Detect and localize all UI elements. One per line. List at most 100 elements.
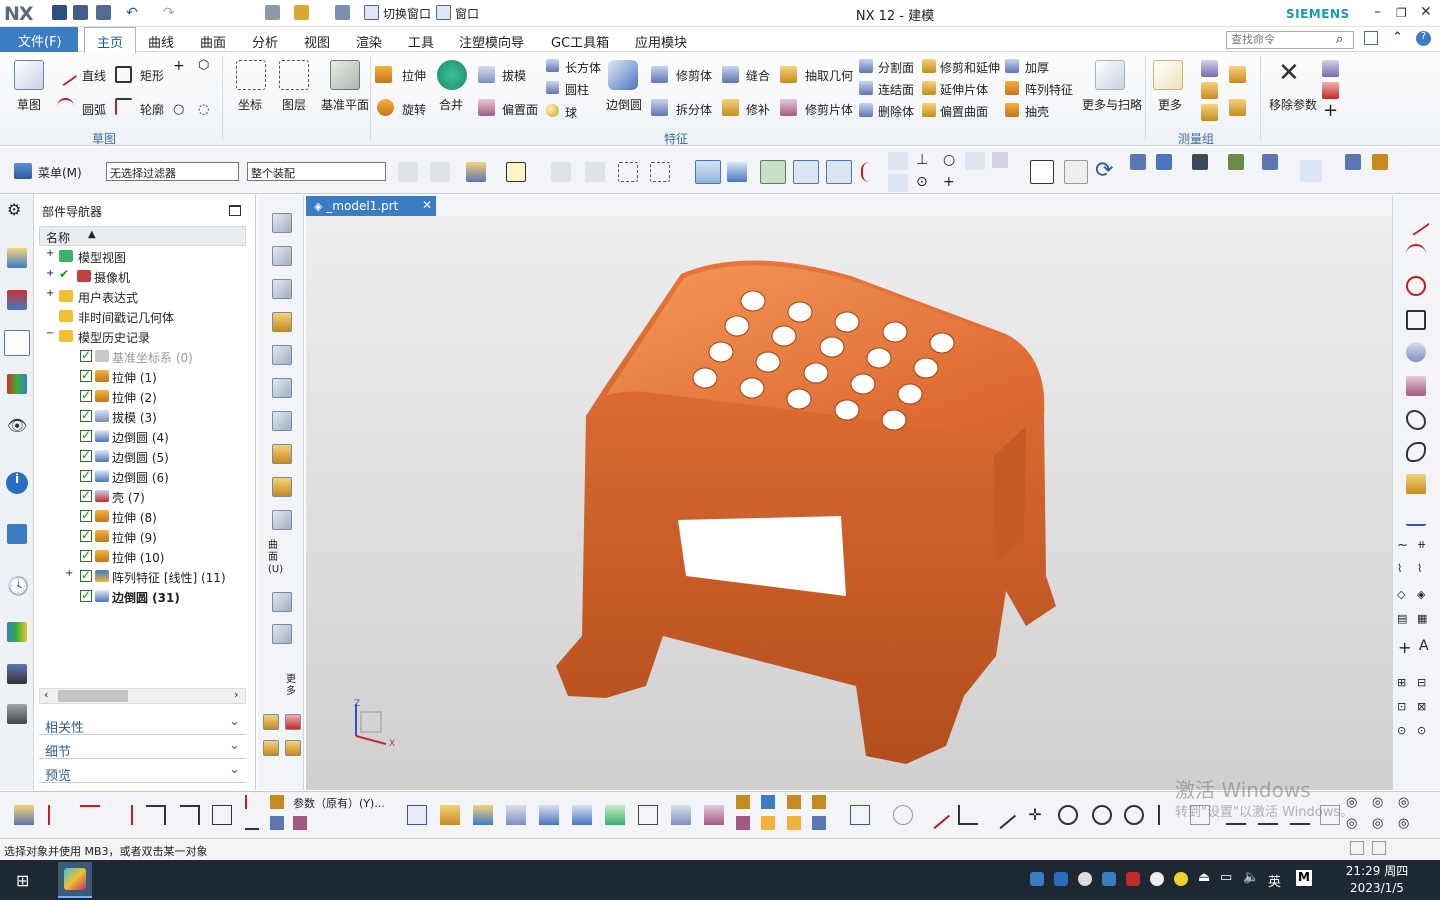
offset-surface-button[interactable]: 偏置曲面 bbox=[940, 103, 988, 120]
tab-tools[interactable]: 工具 bbox=[408, 32, 434, 51]
snap-intersect-icon[interactable]: + bbox=[943, 174, 955, 190]
circle-icon[interactable]: ○ bbox=[173, 102, 184, 117]
wave-curve-icon[interactable]: ∼ bbox=[1397, 538, 1408, 553]
delete-body-button[interactable]: 删除体 bbox=[878, 103, 914, 120]
tab-applications[interactable]: 应用模块 bbox=[635, 32, 687, 51]
small-tool-icon[interactable] bbox=[812, 816, 826, 830]
text-icon[interactable]: A bbox=[1419, 638, 1429, 654]
shell-icon[interactable] bbox=[1005, 103, 1019, 117]
edit-wcs-icon[interactable] bbox=[1345, 154, 1361, 170]
offset-face-button[interactable]: 偏置面 bbox=[502, 101, 538, 118]
circle-tool-icon[interactable]: ◎ bbox=[1372, 795, 1383, 810]
tree-row-history[interactable]: 边倒圆 (31) bbox=[39, 586, 246, 606]
helix-icon[interactable] bbox=[1406, 342, 1426, 362]
intersect-curve-icon[interactable]: ◈ bbox=[1417, 588, 1425, 601]
tab-surface[interactable]: 曲面 bbox=[200, 32, 226, 51]
edge-blend-icon[interactable] bbox=[608, 60, 638, 90]
expand-icon[interactable]: + bbox=[46, 288, 54, 299]
sketch-button[interactable]: 草图 bbox=[17, 96, 41, 113]
surface-tool-icon[interactable] bbox=[272, 246, 292, 266]
measure-angle-icon[interactable] bbox=[1201, 82, 1218, 99]
ime-language[interactable]: 英 bbox=[1268, 871, 1281, 890]
pattern-feature-icon[interactable] bbox=[1005, 81, 1019, 95]
visibility-icon[interactable] bbox=[1228, 154, 1244, 170]
constraint-navigator-icon[interactable] bbox=[7, 290, 27, 310]
composite-curve-icon[interactable]: ⊟ bbox=[1417, 676, 1426, 689]
extrude-button[interactable]: 拉伸 bbox=[402, 67, 426, 84]
expand-icon[interactable]: + bbox=[46, 248, 54, 259]
surface-tool-icon[interactable] bbox=[272, 312, 292, 332]
trim-extend-button[interactable]: 修剪和延伸 bbox=[940, 59, 1000, 76]
box-select-icon[interactable] bbox=[618, 162, 638, 182]
history-icon[interactable]: 🕓 bbox=[7, 576, 29, 597]
angle-icon[interactable] bbox=[958, 805, 978, 825]
measure-body-icon[interactable] bbox=[1201, 104, 1218, 121]
pattern-feature-button[interactable]: 阵列特征 bbox=[1025, 81, 1073, 98]
tree-row-history[interactable]: 基准坐标系 (0) bbox=[39, 346, 246, 366]
small-tool-icon[interactable] bbox=[761, 816, 775, 830]
render-style-icon[interactable] bbox=[1192, 154, 1208, 170]
divide-face-button[interactable]: 分割面 bbox=[878, 59, 914, 76]
split-body-icon[interactable] bbox=[651, 99, 668, 116]
visibility-checkbox[interactable] bbox=[80, 468, 92, 482]
block-icon[interactable] bbox=[546, 59, 559, 72]
maximize-panel-icon[interactable] bbox=[229, 205, 241, 216]
split-body-button[interactable]: 拆分体 bbox=[676, 101, 712, 118]
visibility-checkbox[interactable] bbox=[80, 568, 92, 582]
revolve-icon[interactable] bbox=[377, 99, 394, 116]
surface-curve-icon[interactable] bbox=[1406, 376, 1426, 396]
tray-icon[interactable] bbox=[1078, 872, 1092, 886]
extract-geometry-icon[interactable] bbox=[780, 66, 797, 83]
more-icon[interactable] bbox=[1153, 60, 1183, 90]
extend-curve-icon[interactable] bbox=[80, 805, 100, 825]
more-sweep-icon[interactable] bbox=[1095, 60, 1125, 90]
tab-gc-toolkit[interactable]: GC工具箱 bbox=[551, 32, 609, 51]
arc-icon[interactable] bbox=[1406, 244, 1426, 264]
tree-row-history[interactable]: 边倒圆 (4) bbox=[39, 426, 246, 446]
patch-icon[interactable] bbox=[722, 99, 739, 116]
extend-sheet-button[interactable]: 延伸片体 bbox=[940, 81, 988, 98]
tree-row-history[interactable]: 边倒圆 (5) bbox=[39, 446, 246, 466]
tree-row-history[interactable]: 边倒圆 (6) bbox=[39, 466, 246, 486]
snap-circle-icon[interactable]: ○ bbox=[943, 152, 955, 168]
document-tab[interactable]: ◈ _model1.prt ✕ bbox=[306, 196, 436, 216]
web-browser-icon[interactable] bbox=[7, 524, 27, 544]
small-tool-icon[interactable] bbox=[761, 795, 775, 809]
windows-start-icon[interactable]: ⊞ bbox=[16, 871, 29, 890]
smooth-curve-icon[interactable]: ⊙ bbox=[1417, 724, 1426, 737]
section-icon[interactable] bbox=[1262, 154, 1278, 170]
file-menu[interactable]: 文件(F) bbox=[0, 27, 78, 52]
param-curve-icon[interactable] bbox=[245, 795, 259, 809]
visibility-checkbox[interactable] bbox=[80, 488, 92, 502]
point-icon[interactable]: + bbox=[1398, 638, 1411, 657]
visibility-checkbox[interactable] bbox=[80, 408, 92, 422]
isoparametric-icon[interactable]: ▤ bbox=[1397, 612, 1407, 625]
revolve-button[interactable]: 旋转 bbox=[402, 101, 426, 118]
snap-midpoint-icon[interactable]: ⊥ bbox=[916, 152, 928, 168]
edit-parameters-button[interactable]: 参数（原有）(Y)... bbox=[293, 795, 385, 811]
network-icon[interactable]: ▭ bbox=[1220, 870, 1232, 885]
delete-icon[interactable] bbox=[1322, 82, 1339, 99]
measure-tool-icon[interactable] bbox=[1372, 154, 1388, 170]
tree-row-model-views[interactable]: + 模型视图 bbox=[39, 246, 246, 266]
divide-face-icon[interactable] bbox=[859, 59, 873, 73]
geometry-icon[interactable] bbox=[893, 805, 913, 825]
trim-body-icon[interactable] bbox=[651, 66, 668, 83]
tab-home[interactable]: 主页 bbox=[84, 27, 137, 53]
tray-icon[interactable] bbox=[1030, 872, 1044, 886]
surface-tool-icon[interactable] bbox=[272, 345, 292, 365]
surface-edit-icon[interactable] bbox=[704, 805, 724, 825]
tab-analysis[interactable]: 分析 bbox=[252, 32, 278, 51]
tree-row-history[interactable]: 拔模 (3) bbox=[39, 406, 246, 426]
tree-row-unsequenced-geometry[interactable]: 非时间戳记几何体 bbox=[39, 306, 246, 326]
visibility-checkbox[interactable] bbox=[80, 368, 92, 382]
join-face-button[interactable]: 连结面 bbox=[878, 81, 914, 98]
select-feature-icon[interactable] bbox=[466, 162, 486, 182]
rotate-icon[interactable]: ⟳ bbox=[1095, 158, 1113, 183]
visibility-checkbox[interactable] bbox=[80, 508, 92, 522]
param-edit-icon[interactable] bbox=[270, 795, 284, 809]
shaded-edges-icon[interactable] bbox=[695, 160, 721, 184]
sketch-icon[interactable] bbox=[14, 60, 44, 90]
chevron-up-icon[interactable]: ⌃ bbox=[1392, 30, 1403, 45]
tree-row-user-expressions[interactable]: + 用户表达式 bbox=[39, 286, 246, 306]
